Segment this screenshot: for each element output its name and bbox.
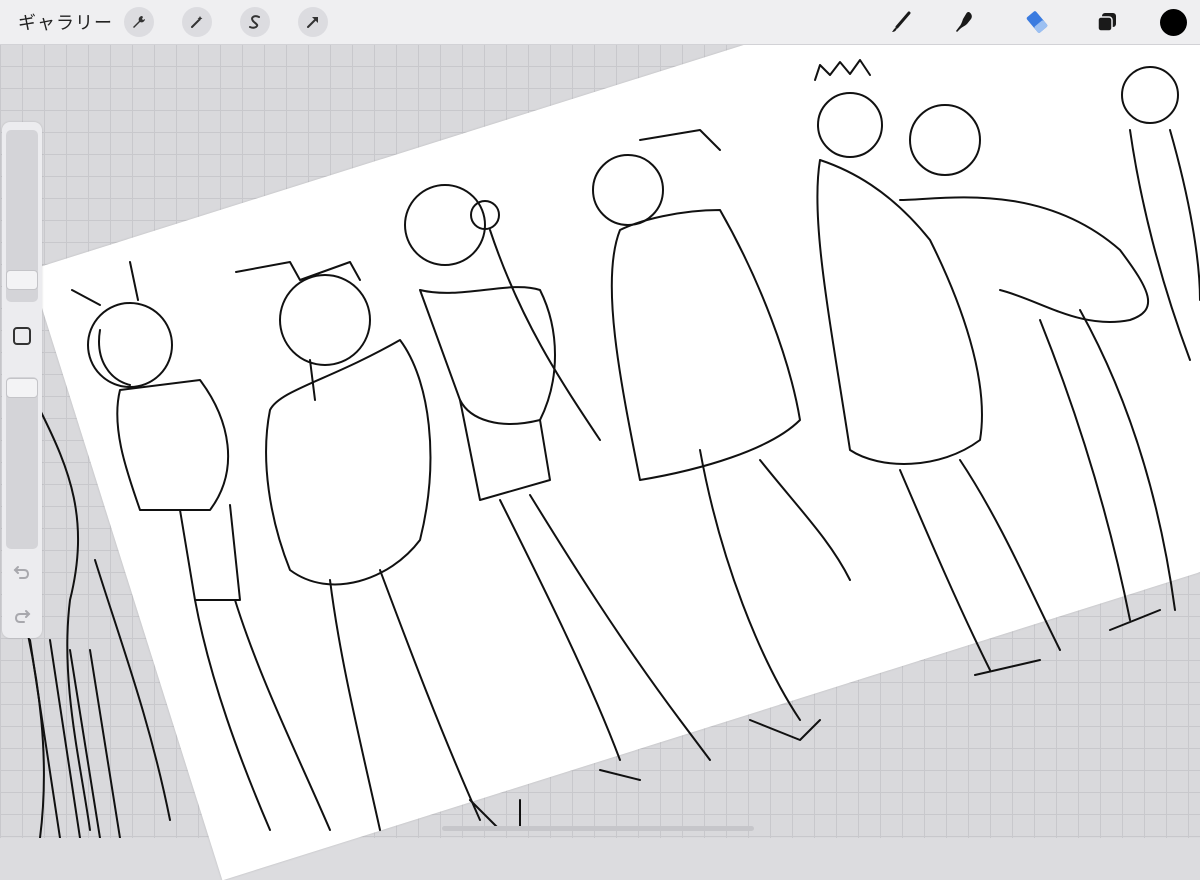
home-indicator[interactable]: [442, 826, 754, 831]
opacity-handle[interactable]: [6, 378, 38, 398]
sketch-artwork: [19, 59, 1200, 838]
brush-size-handle[interactable]: [6, 270, 38, 290]
modify-button[interactable]: [13, 327, 31, 345]
brush-icon[interactable]: [886, 7, 916, 37]
opacity-slider[interactable]: [6, 377, 38, 549]
gallery-button[interactable]: ギャラリー: [18, 9, 113, 35]
top-toolbar: ギャラリー: [0, 0, 1200, 45]
layers-icon[interactable]: [1092, 7, 1122, 37]
magic-wand-icon[interactable]: [182, 7, 212, 37]
undo-icon[interactable]: [12, 562, 32, 587]
redo-icon[interactable]: [12, 606, 32, 631]
eraser-icon[interactable]: [1022, 7, 1052, 37]
selection-s-icon[interactable]: [240, 7, 270, 37]
current-color-swatch[interactable]: [1160, 9, 1187, 36]
smudge-icon[interactable]: [950, 7, 980, 37]
transform-arrow-icon[interactable]: [298, 7, 328, 37]
left-sidebar: [2, 122, 42, 638]
wrench-icon[interactable]: [124, 7, 154, 37]
